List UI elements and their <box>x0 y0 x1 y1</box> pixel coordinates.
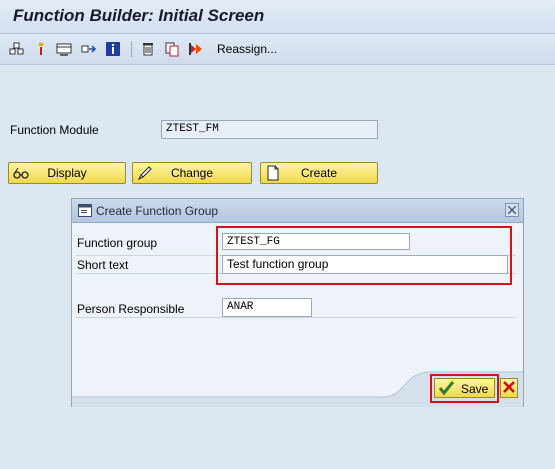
delete-icon[interactable] <box>139 40 157 58</box>
reassign-button[interactable]: Reassign... <box>217 42 277 56</box>
application-toolbar: Reassign... <box>0 34 555 65</box>
info-icon[interactable] <box>32 40 50 58</box>
create-button[interactable]: Create <box>260 162 378 184</box>
title-bar: Function Builder: Initial Screen <box>0 0 555 34</box>
change-button[interactable]: Change <box>132 162 252 184</box>
dialog-window-icon <box>78 204 92 217</box>
row-divider <box>76 317 516 318</box>
new-document-icon <box>265 165 281 181</box>
test-execute-icon[interactable] <box>187 40 205 58</box>
person-responsible-input[interactable]: ANAR <box>222 298 312 317</box>
highlight-box-save <box>430 374 499 403</box>
window-title: Function Builder: Initial Screen <box>13 6 265 25</box>
pencil-icon <box>137 165 153 181</box>
dialog-title: Create Function Group <box>96 204 219 218</box>
information-icon[interactable] <box>104 40 122 58</box>
copy-icon[interactable] <box>163 40 181 58</box>
cancel-button[interactable] <box>500 378 518 398</box>
close-icon[interactable] <box>505 203 519 217</box>
function-module-label: Function Module <box>10 123 99 137</box>
highlight-box-fields <box>216 226 512 285</box>
toolbar-separator <box>131 41 132 57</box>
short-text-label: Short text <box>77 258 129 272</box>
display-object-icon[interactable] <box>55 40 73 58</box>
cancel-x-icon <box>503 380 515 396</box>
person-responsible-label: Person Responsible <box>77 302 185 316</box>
glasses-icon <box>13 165 29 181</box>
where-used-icon[interactable] <box>8 40 26 58</box>
function-module-input[interactable]: ZTEST_FM <box>161 120 378 139</box>
dialog-title-bar: Create Function Group <box>72 199 523 223</box>
display-button[interactable]: Display <box>8 162 126 184</box>
function-group-label: Function group <box>77 236 158 250</box>
navigate-icon[interactable] <box>80 40 98 58</box>
